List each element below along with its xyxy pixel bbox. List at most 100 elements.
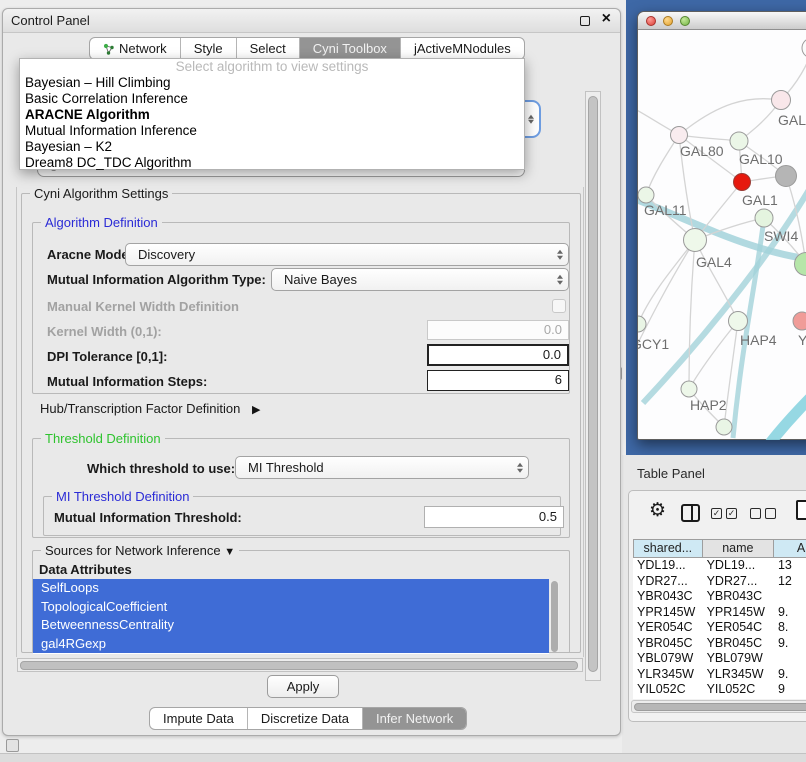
tab-label: Select bbox=[250, 38, 286, 59]
table-row[interactable]: YDR27...YDR27...12 bbox=[633, 574, 806, 590]
column-header[interactable]: shared... bbox=[633, 539, 703, 558]
data-attributes-list[interactable]: SelfLoopsTopologicalCoefficientBetweenne… bbox=[33, 579, 549, 654]
tab-impute-data[interactable]: Impute Data bbox=[150, 708, 247, 729]
network-node-y[interactable] bbox=[793, 312, 806, 330]
close-icon[interactable]: × bbox=[602, 10, 611, 28]
apply-button[interactable]: Apply bbox=[267, 675, 339, 698]
algorithm-option[interactable]: Bayesian – Hill Climbing bbox=[20, 75, 524, 91]
table-row[interactable]: YDL19...YDL19...13 bbox=[633, 558, 806, 574]
gear-icon[interactable]: ⚙ bbox=[649, 499, 666, 522]
tab-infer-network[interactable]: Infer Network bbox=[362, 708, 466, 729]
algorithm-option[interactable]: Basic Correlation Inference bbox=[20, 91, 524, 107]
hidden-combo-focus-ring[interactable] bbox=[524, 100, 541, 138]
table-row[interactable]: YBR045CYBR045C9. bbox=[633, 636, 806, 652]
dpi-tolerance-field[interactable]: 0.0 bbox=[427, 344, 569, 366]
aracne-mode-select[interactable]: Discovery bbox=[125, 243, 569, 266]
algorithm-definition-group: Algorithm Definition Aracne Mode: Discov… bbox=[32, 222, 570, 394]
network-node-gal[interactable] bbox=[772, 91, 791, 110]
minimize-traffic-light-icon[interactable] bbox=[663, 16, 673, 26]
chevron-down-icon[interactable]: ▼ bbox=[224, 546, 235, 558]
table-cell: YER054C bbox=[633, 620, 703, 636]
data-attribute-item[interactable]: SelfLoops bbox=[33, 579, 549, 598]
table-row[interactable]: YER054CYER054C8. bbox=[633, 620, 806, 636]
table-cell: YLR345W bbox=[703, 667, 774, 683]
zoom-traffic-light-icon[interactable] bbox=[680, 16, 690, 26]
data-attribute-item[interactable]: gal4RGexp bbox=[33, 635, 549, 654]
tab-cyni-toolbox[interactable]: Cyni Toolbox bbox=[299, 38, 400, 59]
checked-checkbox-icon[interactable]: ✓ bbox=[726, 508, 737, 519]
network-node-gal10[interactable] bbox=[730, 132, 748, 150]
scrollbar-thumb[interactable] bbox=[634, 703, 806, 711]
tab-jactivemnodules[interactable]: jActiveMNodules bbox=[400, 38, 524, 59]
document-icon[interactable] bbox=[796, 500, 806, 520]
table-cell: 13 bbox=[774, 558, 806, 574]
column-header[interactable]: A bbox=[774, 539, 806, 558]
tab-style[interactable]: Style bbox=[180, 38, 236, 59]
tab-network[interactable]: Network bbox=[90, 38, 180, 59]
table-horizontal-scrollbar[interactable] bbox=[631, 700, 806, 713]
algorithm-option[interactable]: Dream8 DC_TDC Algorithm bbox=[20, 155, 524, 171]
settings-vertical-scrollbar[interactable] bbox=[585, 91, 601, 681]
unchecked-checkbox-icon[interactable] bbox=[750, 508, 761, 519]
node-table[interactable]: shared...nameA YDL19...YDL19...13YDR27..… bbox=[633, 539, 806, 699]
tab-discretize-data[interactable]: Discretize Data bbox=[247, 708, 362, 729]
table-row[interactable]: YIL052CYIL052C9 bbox=[633, 682, 806, 698]
algorithm-option[interactable]: Bayesian – K2 bbox=[20, 139, 524, 155]
mi-steps-field[interactable]: 6 bbox=[427, 370, 569, 391]
tab-select[interactable]: Select bbox=[236, 38, 299, 59]
network-window-titlebar[interactable] bbox=[638, 12, 806, 30]
network-node-swi4[interactable] bbox=[755, 209, 773, 227]
control-panel-titlebar: Control Panel × bbox=[3, 9, 620, 33]
which-threshold-select[interactable]: MI Threshold bbox=[235, 456, 529, 479]
network-node-hap4[interactable] bbox=[729, 312, 748, 331]
network-canvas[interactable]: GALGAL80GAL10GAL1GAL11SWI4GAL4GCY1HAP4YH… bbox=[638, 30, 806, 440]
algorithm-option[interactable]: Mutual Information Inference bbox=[20, 123, 524, 139]
table-row[interactable]: YLR345WYLR345W9. bbox=[633, 667, 806, 683]
table-row[interactable]: YBR043CYBR043C bbox=[633, 589, 806, 605]
scrollbar-thumb[interactable] bbox=[551, 581, 558, 652]
settings-horizontal-scrollbar[interactable] bbox=[17, 658, 583, 672]
network-node[interactable] bbox=[776, 166, 797, 187]
unchecked-checkbox-icon[interactable] bbox=[765, 508, 776, 519]
table-cell bbox=[774, 589, 806, 605]
checked-checkbox-icon[interactable]: ✓ bbox=[711, 508, 722, 519]
table-row[interactable]: YBL079WYBL079W bbox=[633, 651, 806, 667]
table-cell: YDL19... bbox=[703, 558, 774, 574]
tab-label: Cyni Toolbox bbox=[313, 38, 387, 59]
mi-algorithm-type-select[interactable]: Naive Bayes bbox=[271, 268, 569, 291]
network-node[interactable] bbox=[716, 419, 732, 435]
mi-threshold-label: Mutual Information Threshold: bbox=[54, 510, 242, 525]
data-attribute-item[interactable]: BetweennessCentrality bbox=[33, 616, 549, 635]
which-threshold-label: Which threshold to use: bbox=[87, 461, 235, 476]
data-attribute-item[interactable]: TopologicalCoefficient bbox=[33, 598, 549, 617]
network-node-hap2[interactable] bbox=[681, 381, 697, 397]
control-panel-window: Control Panel × NetworkStyle Select Cyni T… bbox=[2, 8, 621, 736]
table-row[interactable]: YPR145WYPR145W9. bbox=[633, 605, 806, 621]
network-node-gal1[interactable] bbox=[734, 174, 751, 191]
close-traffic-light-icon[interactable] bbox=[646, 16, 656, 26]
kernel-width-field[interactable]: 0.0 bbox=[427, 320, 569, 340]
scrollbar-thumb[interactable] bbox=[20, 661, 578, 670]
network-node-gal4[interactable] bbox=[684, 229, 707, 252]
column-header[interactable]: name bbox=[703, 539, 774, 558]
list-scrollbar[interactable] bbox=[550, 581, 559, 652]
tab-label: jActiveMNodules bbox=[414, 38, 511, 59]
hub-tf-definition-toggle[interactable]: Hub/Transcription Factor Definition ▶ bbox=[40, 401, 260, 416]
scrollbar-thumb[interactable] bbox=[588, 96, 598, 672]
table-cell: YIL052C bbox=[633, 682, 703, 698]
columns-icon[interactable] bbox=[681, 504, 700, 522]
node-label: GAL80 bbox=[680, 143, 724, 159]
table-cell: 12 bbox=[774, 574, 806, 590]
chevron-right-icon: ▶ bbox=[252, 404, 260, 416]
node-label: GAL4 bbox=[696, 254, 732, 270]
minimized-panel-icon[interactable] bbox=[6, 739, 19, 752]
float-window-icon[interactable] bbox=[580, 16, 590, 26]
network-node-gal11[interactable] bbox=[638, 187, 654, 203]
network-node[interactable] bbox=[802, 38, 806, 58]
tab-label: Discretize Data bbox=[261, 708, 349, 729]
mi-threshold-field[interactable]: 0.5 bbox=[424, 506, 564, 528]
manual-kernel-checkbox[interactable] bbox=[552, 299, 566, 313]
algorithm-option[interactable]: ARACNE Algorithm bbox=[20, 107, 524, 123]
table-cell: YIL052C bbox=[703, 682, 774, 698]
network-node-gal80[interactable] bbox=[671, 127, 688, 144]
